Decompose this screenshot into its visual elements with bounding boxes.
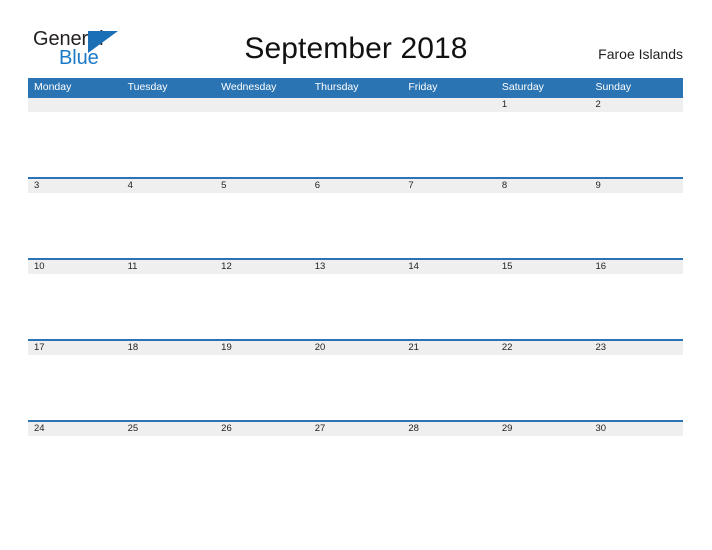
day-cell[interactable]: 11 (122, 260, 216, 274)
weekday-header-sunday: Sunday (595, 81, 632, 93)
day-cell[interactable]: 24 (28, 422, 122, 436)
day-cell[interactable]: 1 (496, 98, 590, 112)
calendar-week-row: 17 18 19 20 21 22 23 (28, 339, 683, 420)
day-cell[interactable]: 2 (589, 98, 683, 112)
day-cell[interactable]: 9 (589, 179, 683, 193)
day-cell[interactable]: 16 (589, 260, 683, 274)
week-date-band: 17 18 19 20 21 22 23 (28, 339, 683, 355)
day-cell[interactable]: 13 (309, 260, 403, 274)
day-cell[interactable] (28, 98, 122, 112)
calendar-week-row: 24 25 26 27 28 29 30 (28, 420, 683, 501)
day-cell[interactable]: 10 (28, 260, 122, 274)
day-cell[interactable]: 4 (122, 179, 216, 193)
day-cell[interactable]: 22 (496, 341, 590, 355)
calendar-week-row: 1 2 (28, 96, 683, 177)
day-cell[interactable]: 6 (309, 179, 403, 193)
day-cell[interactable]: 18 (122, 341, 216, 355)
day-cell[interactable]: 12 (215, 260, 309, 274)
day-cell[interactable]: 17 (28, 341, 122, 355)
day-cell[interactable]: 5 (215, 179, 309, 193)
day-cell[interactable]: 28 (402, 422, 496, 436)
weekday-header-saturday: Saturday (501, 81, 544, 93)
day-cell[interactable]: 19 (215, 341, 309, 355)
page-header: General Blue September 2018 Faroe Island… (0, 0, 712, 74)
region-label: Faroe Islands (598, 46, 683, 62)
day-cell[interactable] (309, 98, 403, 112)
weekday-header-tuesday: Tuesday (127, 81, 168, 93)
week-date-band: 1 2 (28, 96, 683, 112)
calendar-week-row: 10 11 12 13 14 15 16 (28, 258, 683, 339)
day-cell[interactable]: 29 (496, 422, 590, 436)
weekday-header-row: Monday Tuesday Wednesday Thursday Friday… (28, 78, 683, 96)
day-cell[interactable]: 14 (402, 260, 496, 274)
day-cell[interactable]: 30 (589, 422, 683, 436)
day-cell[interactable]: 21 (402, 341, 496, 355)
day-cell[interactable] (402, 98, 496, 112)
day-cell[interactable]: 23 (589, 341, 683, 355)
day-cell[interactable]: 26 (215, 422, 309, 436)
day-cell[interactable]: 27 (309, 422, 403, 436)
day-cell[interactable]: 7 (402, 179, 496, 193)
day-cell[interactable] (215, 98, 309, 112)
day-cell[interactable] (122, 98, 216, 112)
weekday-header-wednesday: Wednesday (221, 81, 277, 93)
week-date-band: 3 4 5 6 7 8 9 (28, 177, 683, 193)
day-cell[interactable]: 3 (28, 179, 122, 193)
day-cell[interactable]: 15 (496, 260, 590, 274)
calendar-grid: Monday Tuesday Wednesday Thursday Friday… (28, 78, 683, 501)
weekday-header-friday: Friday (408, 81, 438, 93)
day-cell[interactable]: 20 (309, 341, 403, 355)
weekday-header-monday: Monday (34, 81, 72, 93)
weekday-header-thursday: Thursday (314, 81, 359, 93)
calendar-page: General Blue September 2018 Faroe Island… (0, 0, 712, 550)
calendar-week-row: 3 4 5 6 7 8 9 (28, 177, 683, 258)
day-cell[interactable]: 25 (122, 422, 216, 436)
day-cell[interactable]: 8 (496, 179, 590, 193)
week-date-band: 10 11 12 13 14 15 16 (28, 258, 683, 274)
week-date-band: 24 25 26 27 28 29 30 (28, 420, 683, 436)
